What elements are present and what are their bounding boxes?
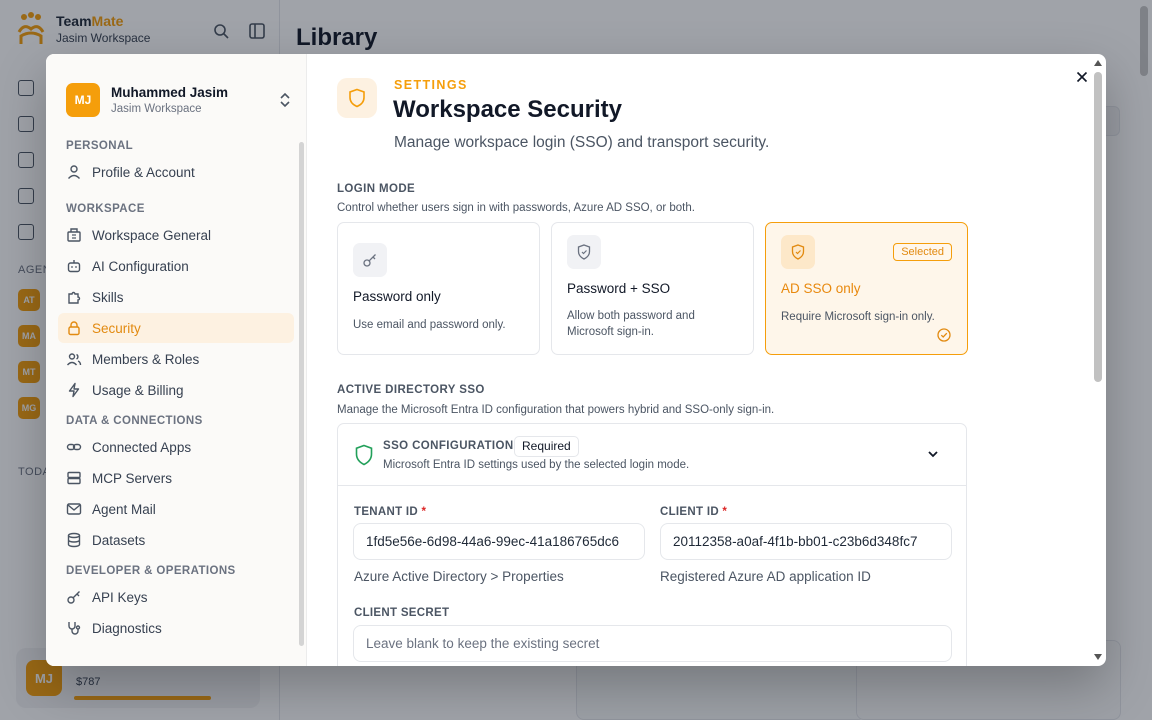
nav-item-mcp-servers[interactable]: MCP Servers bbox=[58, 463, 294, 493]
building-icon bbox=[67, 228, 81, 242]
workspace-switcher[interactable]: MJ Muhammed Jasim Jasim Workspace bbox=[66, 80, 292, 120]
selected-badge: Selected bbox=[893, 243, 952, 261]
workspace-name: Jasim Workspace bbox=[111, 103, 202, 115]
page-title: Workspace Security bbox=[393, 96, 622, 123]
mode-icon-tile bbox=[567, 235, 601, 269]
check-circle-icon bbox=[937, 328, 951, 342]
mode-description: Use email and password only. bbox=[353, 319, 506, 331]
client-secret-input[interactable] bbox=[353, 625, 952, 662]
database-icon bbox=[67, 532, 81, 548]
mode-description: Allow both password and Microsoft sign-i… bbox=[567, 310, 695, 338]
header-icon-tile bbox=[337, 78, 377, 118]
nav-item-api-keys[interactable]: API Keys bbox=[58, 582, 294, 612]
nav-item-diagnostics[interactable]: Diagnostics bbox=[58, 613, 294, 643]
shield-icon bbox=[577, 244, 591, 260]
nav-item-usage-billing[interactable]: Usage & Billing bbox=[58, 375, 294, 405]
nav-item-profile[interactable]: Profile & Account bbox=[58, 157, 294, 187]
login-mode-password-sso[interactable]: Password + SSO Allow both password and M… bbox=[551, 222, 754, 355]
mode-title: Password + SSO bbox=[567, 281, 671, 296]
scrollbar-thumb[interactable] bbox=[1094, 72, 1102, 382]
client-secret-label: CLIENT SECRET bbox=[354, 607, 450, 619]
scroll-up-arrow-icon[interactable] bbox=[1094, 60, 1102, 66]
nav-item-security[interactable]: Security bbox=[58, 313, 294, 343]
nav-section-personal: PERSONAL bbox=[66, 140, 134, 152]
user-name: Muhammed Jasim bbox=[111, 85, 229, 100]
nav-item-agent-mail[interactable]: Agent Mail bbox=[58, 494, 294, 524]
user-icon bbox=[67, 165, 81, 179]
settings-sidebar: MJ Muhammed Jasim Jasim Workspace PERSON… bbox=[46, 54, 307, 666]
login-mode-label: LOGIN MODE bbox=[337, 183, 416, 195]
nav-item-members-roles[interactable]: Members & Roles bbox=[58, 344, 294, 374]
puzzle-icon bbox=[68, 291, 81, 304]
sso-configuration-panel: SSO CONFIGURATION Required Microsoft Ent… bbox=[337, 423, 967, 666]
key-icon bbox=[363, 254, 376, 267]
login-mode-description: Control whether users sign in with passw… bbox=[337, 202, 695, 214]
scroll-down-arrow-icon[interactable] bbox=[1094, 654, 1102, 660]
mode-title: AD SSO only bbox=[781, 281, 861, 296]
mode-icon-tile bbox=[781, 235, 815, 269]
client-id-label: CLIENT ID * bbox=[660, 506, 728, 518]
bot-icon bbox=[67, 260, 81, 273]
login-mode-ad-sso-only[interactable]: Selected AD SSO only Require Microsoft s… bbox=[765, 222, 968, 355]
avatar: MJ bbox=[66, 83, 100, 117]
mode-title: Password only bbox=[353, 289, 441, 304]
shield-icon bbox=[349, 88, 365, 108]
settings-modal: MJ Muhammed Jasim Jasim Workspace PERSON… bbox=[46, 54, 1106, 666]
login-mode-password-only[interactable]: Password only Use email and password onl… bbox=[337, 222, 540, 355]
settings-content: SETTINGS Workspace Security Manage works… bbox=[308, 54, 1088, 666]
ad-sso-description: Manage the Microsoft Entra ID configurat… bbox=[337, 404, 775, 416]
users-icon bbox=[66, 353, 82, 366]
lock-icon bbox=[68, 321, 80, 336]
nav-item-workspace-general[interactable]: Workspace General bbox=[58, 220, 294, 250]
shield-check-icon bbox=[355, 444, 373, 466]
tenant-id-label: TENANT ID * bbox=[354, 506, 427, 518]
chevron-down-icon[interactable] bbox=[926, 447, 940, 461]
mail-icon bbox=[66, 503, 82, 515]
tenant-id-input[interactable] bbox=[353, 523, 645, 560]
page-description: Manage workspace login (SSO) and transpo… bbox=[394, 134, 770, 151]
mode-description: Require Microsoft sign-in only. bbox=[781, 311, 935, 323]
sso-configuration-header[interactable]: SSO CONFIGURATION Required Microsoft Ent… bbox=[338, 424, 966, 486]
sso-configuration-title: SSO CONFIGURATION bbox=[383, 440, 514, 452]
mode-icon-tile bbox=[353, 243, 387, 277]
ad-sso-label: ACTIVE DIRECTORY SSO bbox=[337, 384, 485, 396]
server-icon bbox=[67, 471, 81, 485]
sso-configuration-subtitle: Microsoft Entra ID settings used by the … bbox=[383, 459, 690, 471]
nav-section-workspace: WORKSPACE bbox=[66, 203, 145, 215]
bolt-icon bbox=[68, 382, 80, 398]
nav-section-data-connections: DATA & CONNECTIONS bbox=[66, 415, 203, 427]
client-id-input[interactable] bbox=[660, 523, 952, 560]
header-kicker: SETTINGS bbox=[394, 78, 468, 92]
required-badge: Required bbox=[514, 436, 579, 457]
sidebar-scrollbar[interactable] bbox=[299, 142, 304, 646]
link-icon bbox=[66, 443, 82, 451]
nav-item-datasets[interactable]: Datasets bbox=[58, 525, 294, 555]
chevron-up-down-icon bbox=[280, 92, 290, 108]
client-id-hint: Registered Azure AD application ID bbox=[660, 569, 871, 584]
nav-section-developer: DEVELOPER & OPERATIONS bbox=[66, 565, 236, 577]
key-icon bbox=[67, 591, 80, 604]
content-scrollbar[interactable] bbox=[1092, 58, 1104, 662]
nav-item-skills[interactable]: Skills bbox=[58, 282, 294, 312]
stethoscope-icon bbox=[68, 622, 81, 635]
shield-icon bbox=[791, 244, 805, 260]
nav-item-connected-apps[interactable]: Connected Apps bbox=[58, 432, 294, 462]
settings-nav: PERSONAL Profile & Account WORKSPACE Wor… bbox=[58, 136, 294, 644]
tenant-id-hint: Azure Active Directory > Properties bbox=[354, 569, 564, 584]
nav-item-ai-configuration[interactable]: AI Configuration bbox=[58, 251, 294, 281]
close-icon[interactable] bbox=[1074, 69, 1090, 85]
